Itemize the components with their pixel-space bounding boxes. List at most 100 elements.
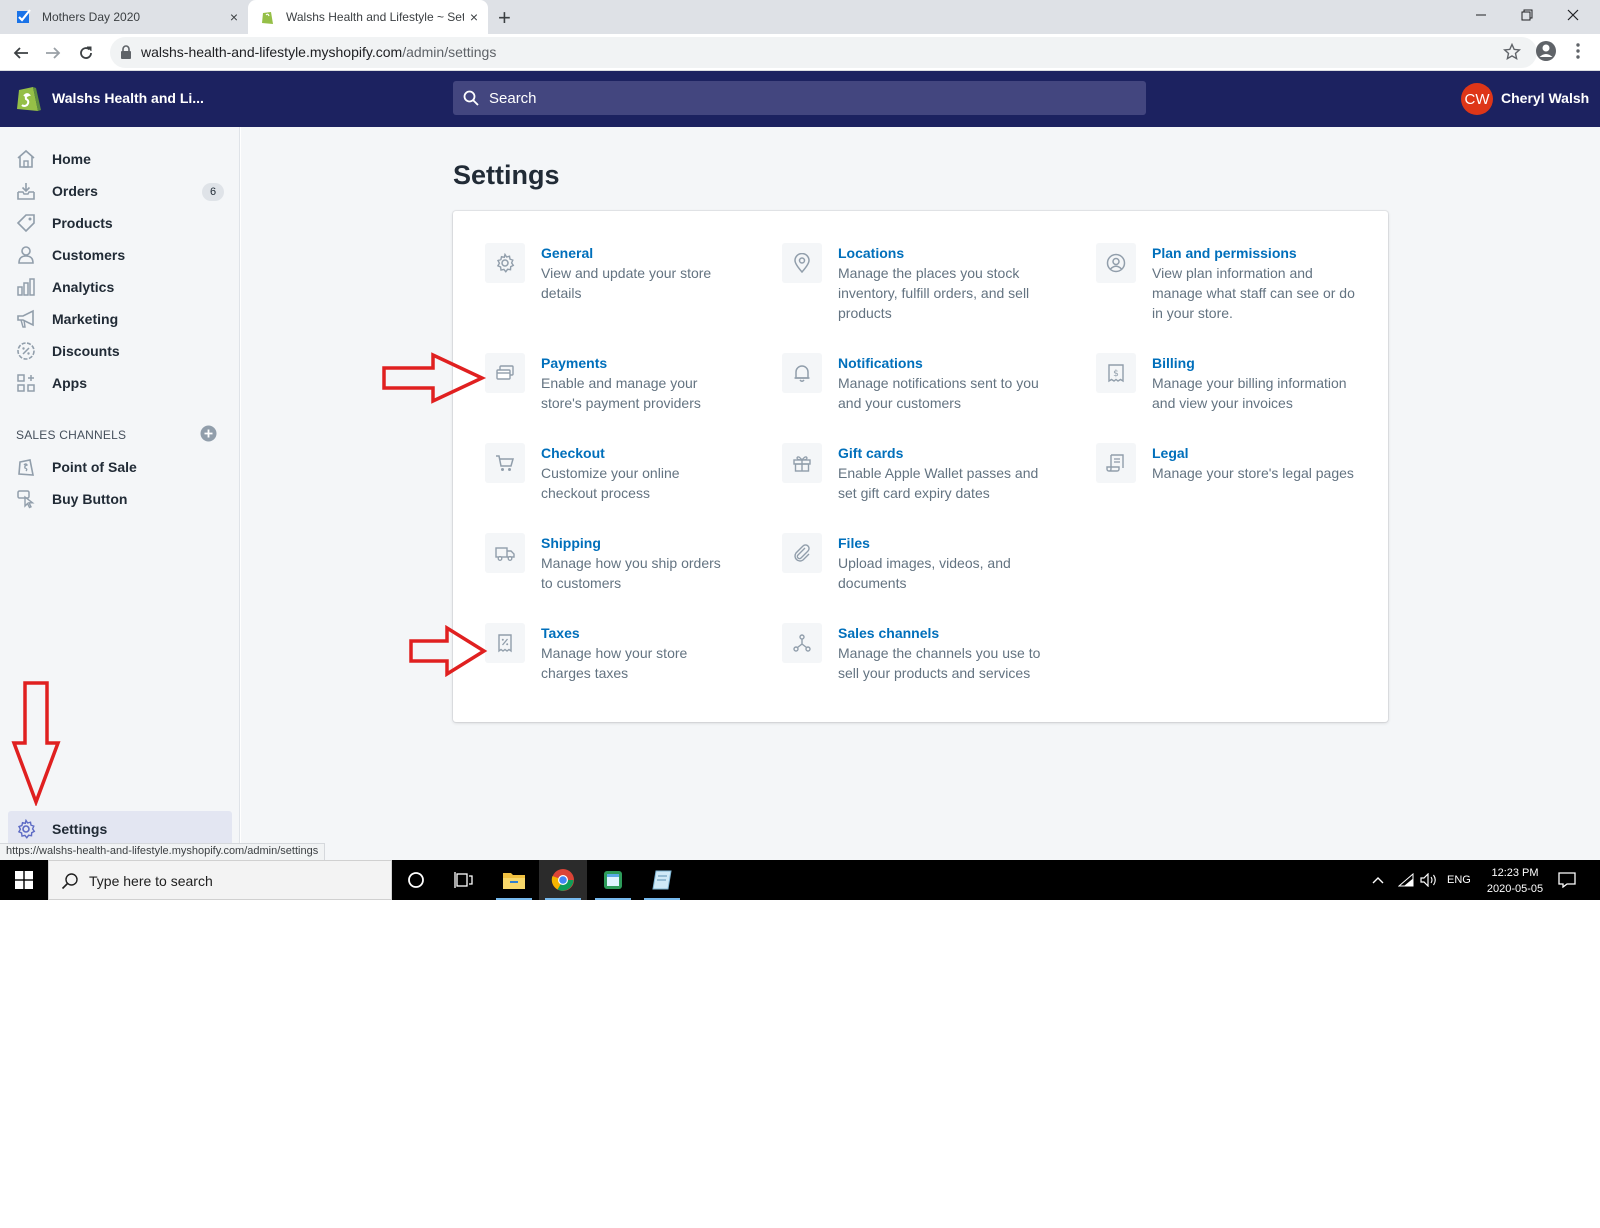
setting-locations[interactable]: Locations Manage the places you stock in…: [782, 243, 1029, 323]
setting-payments[interactable]: Payments Enable and manage your store's …: [485, 353, 701, 413]
setting-description: Enable and manage your: [541, 375, 698, 391]
gift-icon: [782, 443, 822, 483]
app-window-icon[interactable]: [589, 860, 637, 900]
close-tab-icon[interactable]: ×: [230, 9, 238, 25]
setting-files[interactable]: Files Upload images, videos, and documen…: [782, 533, 1011, 593]
setting-title[interactable]: Payments: [541, 353, 701, 373]
sidebar-item-products[interactable]: Products: [8, 207, 232, 239]
shopify-logo-icon[interactable]: [14, 83, 42, 118]
profile-icon[interactable]: [1535, 40, 1557, 67]
setting-title[interactable]: Plan and permissions: [1152, 243, 1355, 263]
notepad-app-icon[interactable]: [638, 860, 686, 900]
setting-title[interactable]: Shipping: [541, 533, 721, 553]
new-tab-button[interactable]: +: [498, 5, 511, 31]
setting-title[interactable]: Files: [838, 533, 1011, 553]
action-center-icon[interactable]: [1558, 860, 1576, 900]
sidebar-item-label: Products: [52, 215, 113, 231]
minimize-window-icon[interactable]: [1458, 0, 1504, 30]
home-icon: [16, 149, 36, 169]
setting-shipping[interactable]: Shipping Manage how you ship orders to c…: [485, 533, 721, 593]
sidebar-item-settings[interactable]: Settings: [8, 811, 232, 847]
show-hidden-icons-chevron-icon[interactable]: [1372, 860, 1384, 900]
windows-taskbar: Type here to search ENG 12:23 PM 2020-05…: [0, 860, 1600, 900]
setting-description: Manage your store's legal pages: [1152, 465, 1354, 481]
cart-icon: [485, 443, 525, 483]
gear-icon: [485, 243, 525, 283]
file-explorer-icon[interactable]: [490, 860, 538, 900]
browser-menu-icon[interactable]: [1575, 42, 1581, 65]
clock-date: 2020-05-05: [1486, 883, 1544, 895]
setting-taxes[interactable]: Taxes Manage how your store charges taxe…: [485, 623, 687, 683]
chrome-icon[interactable]: [539, 860, 587, 900]
language-indicator[interactable]: ENG: [1447, 860, 1471, 900]
reload-icon[interactable]: [73, 40, 99, 66]
setting-title[interactable]: Legal: [1152, 443, 1354, 463]
avatar[interactable]: CW: [1461, 83, 1493, 115]
cortana-icon[interactable]: [392, 860, 440, 900]
setting-description: details: [541, 285, 582, 301]
setting-title[interactable]: Checkout: [541, 443, 680, 463]
sidebar-item-buy-button[interactable]: Buy Button: [8, 483, 232, 515]
person-icon: [16, 245, 36, 265]
setting-description: products: [838, 305, 892, 321]
volume-icon[interactable]: [1420, 860, 1438, 900]
setting-billing[interactable]: $ Billing Manage your billing informatio…: [1096, 353, 1347, 413]
setting-title[interactable]: Locations: [838, 243, 1029, 263]
setting-plan-and-permissions[interactable]: Plan and permissions View plan informati…: [1096, 243, 1355, 323]
search-placeholder: Search: [489, 90, 537, 107]
close-tab-icon[interactable]: ×: [470, 9, 478, 25]
browser-tab-shopify-settings[interactable]: Walshs Health and Lifestyle ~ Settings ×: [248, 0, 488, 34]
taskbar-search-input[interactable]: Type here to search: [48, 860, 392, 900]
setting-checkout[interactable]: Checkout Customize your online checkout …: [485, 443, 680, 503]
forward-arrow-icon[interactable]: [40, 40, 66, 66]
setting-title[interactable]: Sales channels: [838, 623, 1040, 643]
close-window-icon[interactable]: [1550, 0, 1596, 30]
shop-name[interactable]: Walshs Health and Li...: [52, 90, 204, 106]
sidebar-item-point-of-sale[interactable]: Point of Sale: [8, 451, 232, 483]
sidebar-item-discounts[interactable]: Discounts: [8, 335, 232, 367]
setting-legal[interactable]: Legal Manage your store's legal pages: [1096, 443, 1354, 483]
address-bar[interactable]: walshs-health-and-lifestyle.myshopify.co…: [110, 37, 1537, 68]
setting-title[interactable]: Gift cards: [838, 443, 1038, 463]
running-indicator: [595, 898, 631, 900]
sidebar-item-apps[interactable]: Apps: [8, 367, 232, 399]
sidebar-item-home[interactable]: Home: [8, 143, 232, 175]
tab-title: Mothers Day 2020: [42, 10, 141, 24]
paperclip-icon: [782, 533, 822, 573]
restore-window-icon[interactable]: [1504, 0, 1550, 30]
invoice-icon: $: [1096, 353, 1136, 393]
sidebar-item-label: Orders: [52, 183, 98, 199]
sidebar-item-label: Buy Button: [52, 491, 128, 507]
sidebar-item-analytics[interactable]: Analytics: [8, 271, 232, 303]
system-clock[interactable]: 12:23 PM 2020-05-05: [1480, 865, 1550, 897]
search-input[interactable]: Search: [453, 81, 1146, 115]
annotation-arrow-payments: [382, 352, 487, 404]
main-content: Settings General View and update your st…: [241, 127, 1600, 860]
setting-title[interactable]: Billing: [1152, 353, 1347, 373]
bookmark-star-icon[interactable]: [1502, 42, 1522, 66]
setting-title[interactable]: Taxes: [541, 623, 687, 643]
sidebar-item-customers[interactable]: Customers: [8, 239, 232, 271]
setting-title[interactable]: Notifications: [838, 353, 1039, 373]
setting-description: Manage your billing information: [1152, 375, 1347, 391]
bell-icon: [782, 353, 822, 393]
user-circle-icon: [1096, 243, 1136, 283]
back-arrow-icon[interactable]: [8, 40, 34, 66]
shopify-favicon-icon: [260, 9, 276, 25]
setting-title[interactable]: General: [541, 243, 711, 263]
setting-gift-cards[interactable]: Gift cards Enable Apple Wallet passes an…: [782, 443, 1038, 503]
user-name[interactable]: Cheryl Walsh: [1501, 90, 1589, 106]
setting-general[interactable]: General View and update your store detai…: [485, 243, 711, 303]
apps-icon: [16, 373, 36, 393]
sidebar-item-marketing[interactable]: Marketing: [8, 303, 232, 335]
windows-start-icon[interactable]: [0, 860, 48, 900]
task-view-icon[interactable]: [440, 860, 488, 900]
annotation-arrow-taxes: [409, 625, 488, 677]
add-sales-channel-icon[interactable]: [200, 425, 217, 447]
setting-description: in your store.: [1152, 305, 1233, 321]
setting-notifications[interactable]: Notifications Manage notifications sent …: [782, 353, 1039, 413]
sidebar-item-orders[interactable]: Orders 6: [8, 175, 232, 207]
setting-sales-channels[interactable]: Sales channels Manage the channels you u…: [782, 623, 1040, 683]
network-icon[interactable]: [1398, 860, 1414, 900]
browser-tab-mothers-day[interactable]: Mothers Day 2020 ×: [16, 0, 242, 34]
